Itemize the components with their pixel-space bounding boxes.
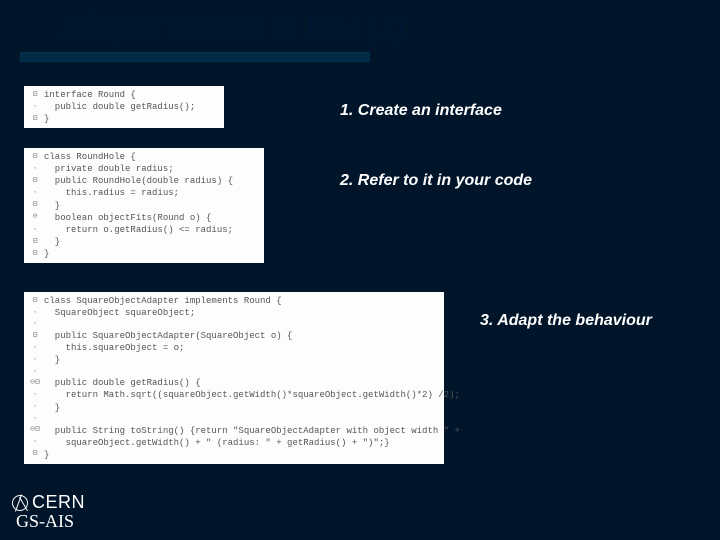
code-line: this.radius = radius; (44, 187, 179, 199)
code-line: return Math.sqrt((squareObject.getWidth(… (44, 389, 460, 401)
org-name: CERN (32, 492, 85, 513)
cern-logo-icon (12, 495, 28, 511)
footer-logo: CERN GS-AIS (12, 492, 85, 532)
code-line: boolean objectFits(Round o) { (44, 212, 211, 224)
code-line: this.squareObject = o; (44, 342, 184, 354)
code-line: public String toString() {return "Square… (44, 425, 460, 437)
caption-step1: 1. Create an interface (340, 102, 502, 120)
code-line: public RoundHole(double radius) { (44, 175, 233, 187)
slide-title: Adapter Pattern in Java (1) (60, 8, 405, 45)
code-line: public double getRadius() { (44, 377, 201, 389)
code-line: squareObject.getWidth() + " (radius: " +… (44, 437, 390, 449)
caption-step2: 2. Refer to it in your code (340, 172, 532, 190)
code-line: } (44, 200, 60, 212)
code-block-interface: ⊟interface Round { · public double getRa… (24, 86, 224, 128)
code-line: interface Round { (44, 89, 136, 101)
code-block-adapter: ⊟class SquareObjectAdapter implements Ro… (24, 292, 444, 464)
code-line: SquareObject squareObject; (44, 307, 195, 319)
code-line: public double getRadius(); (44, 101, 195, 113)
code-line: } (44, 113, 49, 125)
title-underline (20, 52, 370, 62)
code-block-roundhole: ⊟class RoundHole { · private double radi… (24, 148, 264, 263)
code-line: return o.getRadius() <= radius; (44, 224, 233, 236)
code-line: } (44, 248, 49, 260)
code-line: } (44, 354, 60, 366)
code-line: } (44, 236, 60, 248)
code-line: } (44, 449, 49, 461)
code-line: } (44, 402, 60, 414)
code-line: public SquareObjectAdapter(SquareObject … (44, 330, 292, 342)
code-line: private double radius; (44, 163, 174, 175)
dept-name: GS-AIS (16, 511, 85, 532)
code-line: class SquareObjectAdapter implements Rou… (44, 295, 282, 307)
caption-step3: 3. Adapt the behaviour (480, 312, 652, 330)
code-line: class RoundHole { (44, 151, 136, 163)
